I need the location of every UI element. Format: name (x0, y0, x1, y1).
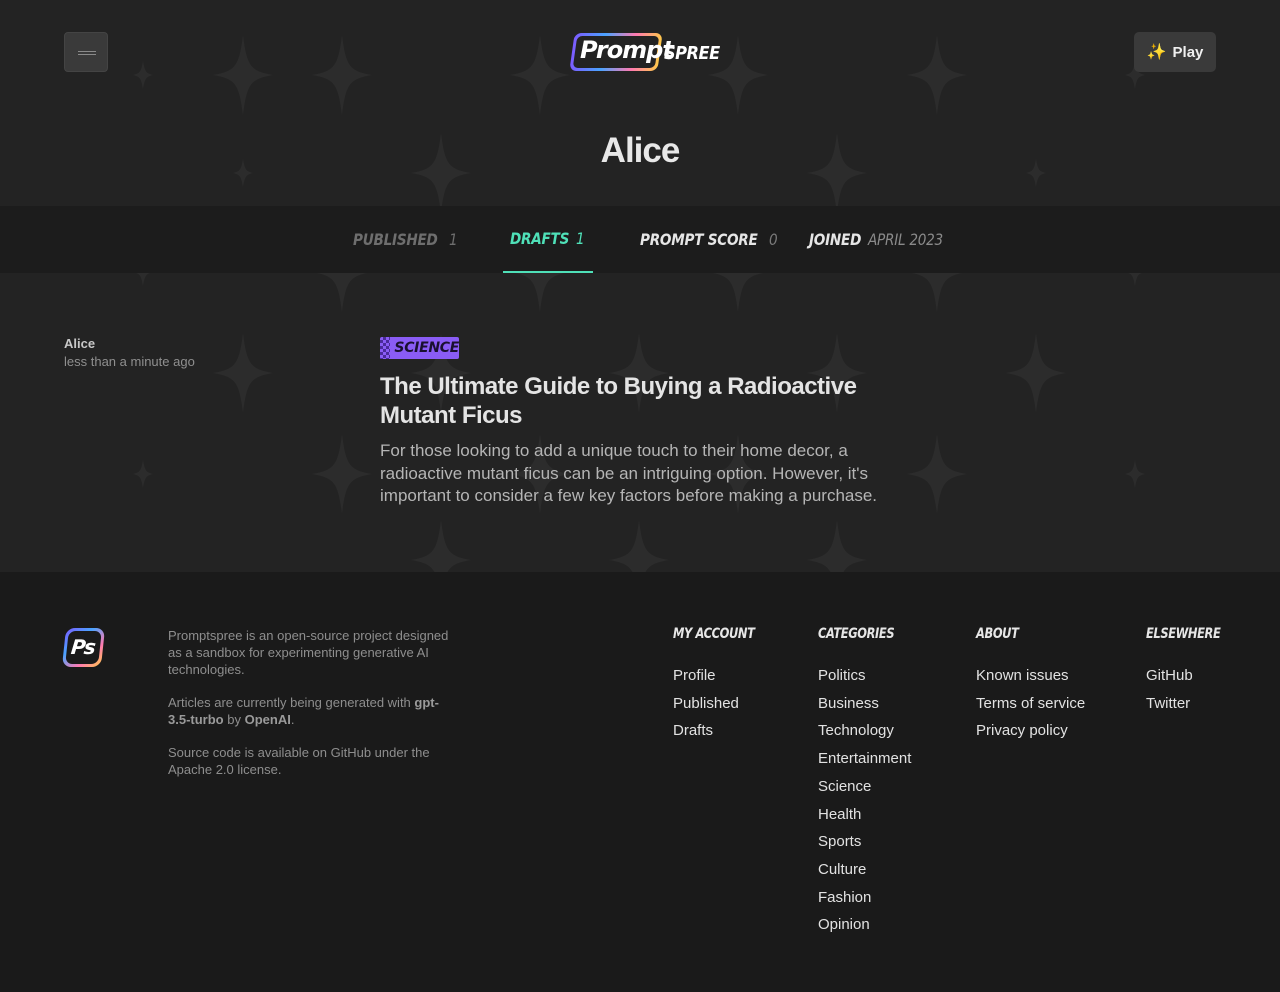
footer-column-about: About Known issues Terms of service Priv… (976, 626, 1085, 745)
play-button[interactable]: ✨ Play (1134, 32, 1216, 72)
footer-link-culture[interactable]: Culture (818, 856, 911, 884)
category-badge[interactable]: Science (380, 337, 459, 359)
footer-logo[interactable]: Ps (61, 628, 106, 667)
logo-spree-text: SPREE (664, 43, 720, 64)
footer-column-title: About (976, 626, 1019, 642)
footer-column-title: Categories (818, 626, 895, 642)
hamburger-icon (78, 51, 96, 52)
footer-logo-text: Ps (69, 635, 97, 659)
footer-link-sports[interactable]: Sports (818, 828, 911, 856)
footer-link-privacy[interactable]: Privacy policy (976, 717, 1085, 745)
footer: Ps Promptspree is an open-source project… (0, 572, 1280, 992)
article-meta: Alice less than a minute ago (64, 336, 195, 369)
category-badge-label: Science (394, 340, 459, 356)
tab-published-label: Published (353, 230, 438, 249)
menu-button[interactable] (64, 32, 108, 72)
footer-link-known-issues[interactable]: Known issues (976, 662, 1085, 690)
play-button-label: Play (1172, 43, 1204, 61)
footer-link-drafts[interactable]: Drafts (673, 717, 772, 745)
footer-description: Promptspree is an open-source project de… (168, 627, 453, 794)
promptspree-logo[interactable]: Prompt SPREE (569, 33, 720, 73)
footer-link-github[interactable]: GitHub (1146, 662, 1237, 690)
footer-link-profile[interactable]: Profile (673, 662, 772, 690)
tab-drafts[interactable]: Drafts 1 (503, 206, 593, 273)
profile-tabs: Published 1 Drafts 1 Prompt Score 0 Join… (0, 206, 1280, 273)
tab-drafts-count: 1 (576, 229, 585, 248)
footer-link-technology[interactable]: Technology (818, 717, 911, 745)
footer-link-twitter[interactable]: Twitter (1146, 690, 1237, 718)
footer-column-title: Elsewhere (1146, 626, 1221, 642)
footer-link-fashion[interactable]: Fashion (818, 884, 911, 912)
tab-published[interactable]: Published 1 (353, 206, 458, 273)
tab-prompt-score[interactable]: Prompt Score 0 (640, 206, 779, 273)
footer-model-suffix: . (290, 712, 295, 727)
article-timestamp: less than a minute ago (64, 354, 195, 369)
footer-link-health[interactable]: Health (818, 801, 911, 829)
footer-link-opinion[interactable]: Opinion (818, 911, 911, 939)
footer-about-text: Promptspree is an open-source project de… (168, 628, 449, 677)
footer-column-title: My Account (673, 626, 755, 642)
tab-prompt-score-label: Prompt Score (640, 230, 758, 249)
footer-column-categories: Categories Politics Business Technology … (818, 626, 911, 939)
hamburger-icon-line (78, 54, 96, 55)
article-author[interactable]: Alice (64, 336, 195, 351)
article-title[interactable]: The Ultimate Guide to Buying a Radioacti… (380, 372, 900, 430)
tab-joined-value: April 2023 (868, 230, 944, 249)
footer-model-by: by (223, 712, 245, 727)
footer-link-entertainment[interactable]: Entertainment (818, 745, 911, 773)
footer-link-politics[interactable]: Politics (818, 662, 911, 690)
footer-license-text: Source code is available on GitHub under… (168, 745, 430, 777)
footer-link-published[interactable]: Published (673, 690, 772, 718)
article-excerpt: For those looking to add a unique touch … (380, 441, 878, 505)
logo-prompt-text: Prompt (580, 36, 674, 64)
footer-column-elsewhere: Elsewhere GitHub Twitter (1146, 626, 1237, 717)
footer-model-text: Articles are currently being generated w… (168, 694, 453, 728)
sparkles-icon: ✨ (1146, 44, 1167, 61)
footer-link-terms[interactable]: Terms of service (976, 690, 1085, 718)
footer-column-my-account: My Account Profile Published Drafts (673, 626, 772, 745)
profile-name: Alice (600, 131, 681, 170)
footer-model-org: OpenAI (244, 712, 291, 727)
tab-published-count: 1 (448, 230, 458, 249)
tab-joined: Joined April 2023 (809, 206, 956, 273)
tab-drafts-label: Drafts (509, 229, 569, 248)
tab-joined-label: Joined (809, 230, 862, 249)
footer-link-business[interactable]: Business (818, 690, 911, 718)
footer-link-science[interactable]: Science (818, 773, 911, 801)
footer-model-prefix: Articles are currently being generated w… (168, 695, 415, 710)
tab-prompt-score-value: 0 (769, 230, 778, 249)
checker-pattern-icon (380, 337, 391, 359)
